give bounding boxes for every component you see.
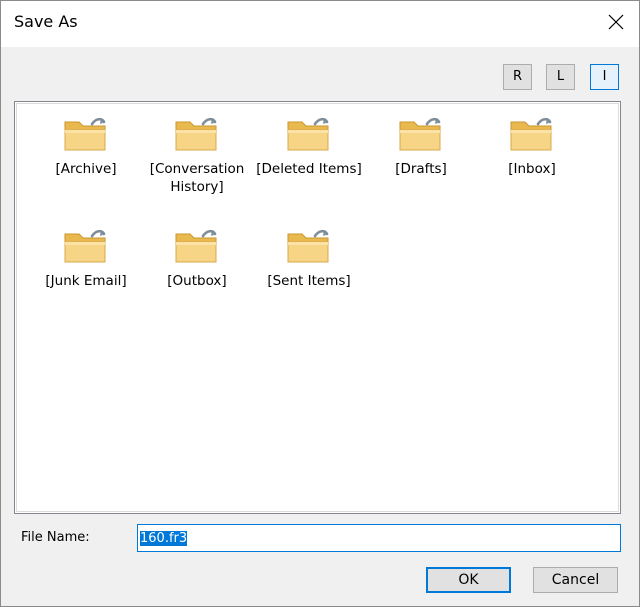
file-name-label: File Name:	[21, 530, 90, 545]
cancel-button[interactable]: Cancel	[533, 567, 618, 593]
folder-label: [Outbox]	[167, 273, 227, 289]
folder-label: [Archive]	[55, 161, 117, 177]
folder-item[interactable]: [Junk Email]	[30, 226, 142, 290]
folder-shortcut-icon	[510, 117, 552, 151]
file-list-pane[interactable]: [Archive] [Conversation History] [Deleted …	[14, 101, 621, 514]
folder-item[interactable]: [Deleted Items]	[253, 114, 365, 178]
folder-item[interactable]: [Outbox]	[141, 226, 253, 290]
view-icons-button[interactable]: I	[590, 64, 619, 90]
folder-shortcut-icon	[287, 117, 329, 151]
close-icon	[608, 14, 624, 30]
folder-label: [Inbox]	[508, 161, 556, 177]
folder-item[interactable]: [Archive]	[30, 114, 142, 178]
folder-label: [Drafts]	[395, 161, 447, 177]
file-name-input[interactable]	[137, 524, 621, 552]
folder-item[interactable]: [Drafts]	[365, 114, 477, 178]
folder-shortcut-icon	[64, 229, 106, 263]
folder-label: [Junk Email]	[45, 273, 127, 289]
folder-label: [Conversation History]	[149, 161, 245, 195]
folder-shortcut-icon	[287, 229, 329, 263]
folder-item[interactable]: [Inbox]	[476, 114, 588, 178]
title-bar[interactable]: Save As	[1, 1, 639, 47]
dialog-title: Save As	[14, 12, 78, 31]
view-report-button[interactable]: R	[503, 64, 532, 90]
ok-button[interactable]: OK	[426, 567, 511, 593]
view-list-button[interactable]: L	[546, 64, 575, 90]
close-button[interactable]	[593, 1, 639, 47]
folder-label: [Sent Items]	[267, 273, 351, 289]
folder-item[interactable]: [Sent Items]	[253, 226, 365, 290]
folder-shortcut-icon	[399, 117, 441, 151]
folder-shortcut-icon	[175, 117, 217, 151]
folder-shortcut-icon	[64, 117, 106, 151]
save-as-dialog: Save As R L I [Archive] [Conversation His…	[0, 0, 640, 607]
folder-item[interactable]: [Conversation History]	[141, 114, 253, 196]
folder-shortcut-icon	[175, 229, 217, 263]
folder-label: [Deleted Items]	[256, 161, 362, 177]
